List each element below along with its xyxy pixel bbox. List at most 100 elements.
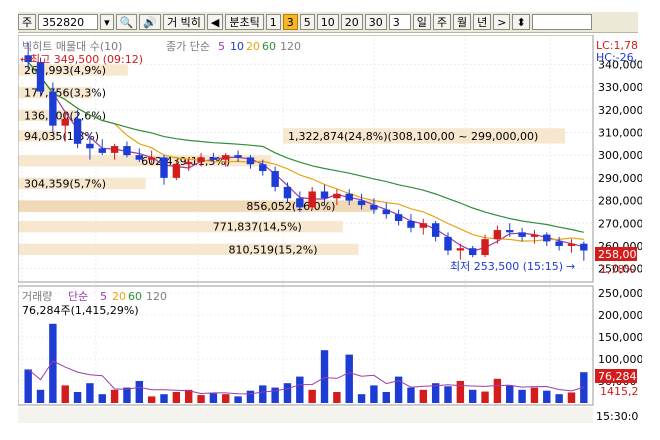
- candle-body: [506, 230, 514, 233]
- prev-button[interactable]: ◀: [206, 14, 224, 30]
- year-button[interactable]: 년: [473, 14, 492, 30]
- candle-body: [49, 91, 57, 126]
- price-chart[interactable]: 263,993(4,9%)177,756(3,3%)136,300(2,6%)9…: [18, 35, 642, 430]
- candle-body: [197, 157, 205, 162]
- ma60-legend: 60: [262, 40, 276, 53]
- volume-bar: [518, 389, 526, 403]
- volume-bar: [567, 392, 576, 403]
- stock-name-button[interactable]: 거 빅히: [163, 14, 205, 30]
- volume-bar: [73, 392, 82, 403]
- candle-body: [431, 223, 440, 237]
- sort-icon[interactable]: ⬍: [512, 14, 530, 30]
- month-button[interactable]: 월: [453, 14, 472, 30]
- price-tick-label: 280,000: [598, 195, 642, 208]
- candle-body: [234, 155, 242, 158]
- main-legend-ma-label: 종가 단순: [166, 40, 210, 53]
- chart-window: 주 352820 ▾ 🔍 🔊 거 빅히 ◀ 분초틱 1 3 5 10 20 30…: [0, 0, 660, 440]
- extra-input[interactable]: [531, 14, 592, 30]
- search-icon[interactable]: 🔍: [115, 14, 138, 30]
- market-select[interactable]: 주: [18, 14, 37, 30]
- code-input[interactable]: 352820: [38, 14, 99, 30]
- candle-body: [123, 146, 131, 156]
- tick-button[interactable]: 분초틱: [225, 14, 264, 30]
- volume-profile-label: 177,756(3,3%): [24, 87, 106, 100]
- candle-body: [320, 191, 329, 199]
- volume-bar: [86, 383, 94, 403]
- candle-body: [184, 161, 193, 165]
- volume-bar: [135, 381, 144, 403]
- volume-bar: [271, 387, 279, 403]
- period-30[interactable]: 30: [364, 14, 387, 30]
- candle-body: [172, 164, 181, 178]
- volume-bar: [36, 389, 45, 403]
- pct-badge: 1,78%: [600, 263, 635, 276]
- volume-bar: [543, 390, 551, 403]
- volume-bar: [407, 387, 415, 403]
- period-5[interactable]: 5: [299, 14, 315, 30]
- candle-body: [580, 243, 588, 251]
- period-1[interactable]: 1: [265, 14, 281, 30]
- volume-bar: [530, 387, 539, 403]
- volume-bar: [172, 392, 181, 403]
- candle-body: [333, 193, 341, 199]
- candle-body: [518, 232, 526, 237]
- volume-tick-label: 250,000: [598, 287, 642, 300]
- volume-badge2: 1415,2: [600, 385, 639, 398]
- volume-bar: [370, 385, 378, 403]
- period-3[interactable]: 3: [282, 14, 298, 30]
- range-label: 1,322,874(24,8%)(308,100,00 ~ 299,000,00…: [288, 130, 538, 143]
- volume-profile-label: 856,052(16,0%): [246, 200, 335, 213]
- high-arrow-icon: ←: [20, 53, 29, 66]
- candle-body: [394, 214, 403, 221]
- volume-bar: [222, 394, 230, 403]
- volume-bar: [345, 354, 353, 403]
- price-tick-label: 270,000: [598, 217, 642, 230]
- candle-body: [135, 155, 144, 160]
- volume-tick-label: 200,000: [598, 309, 642, 322]
- candle-body: [444, 236, 452, 251]
- vol-ma5-legend: 5: [100, 290, 107, 303]
- price-tick-label: 290,000: [598, 172, 642, 185]
- volume-bar: [110, 389, 119, 403]
- week-button[interactable]: 주: [432, 14, 452, 30]
- day-button[interactable]: 일: [412, 14, 431, 30]
- volume-profile: 263,993(4,9%)177,756(3,3%)136,300(2,6%)9…: [18, 64, 565, 256]
- volume-bar: [444, 386, 452, 403]
- period-10[interactable]: 10: [316, 14, 339, 30]
- next-button[interactable]: >: [493, 14, 511, 30]
- candle-body: [493, 230, 502, 240]
- volume-bar: [468, 389, 477, 403]
- candle-body: [543, 234, 551, 242]
- volume-bar: [49, 323, 57, 403]
- volume-bar: [506, 385, 514, 403]
- ma5-legend: 5: [218, 40, 225, 53]
- candle-body: [382, 209, 390, 215]
- period-20[interactable]: 20: [340, 14, 363, 30]
- volume-bar: [333, 392, 341, 403]
- candle-body: [345, 193, 353, 201]
- speaker-icon[interactable]: 🔊: [139, 14, 162, 30]
- volume-bar: [209, 393, 218, 403]
- candle-body: [98, 148, 106, 153]
- candle-body: [147, 157, 156, 160]
- candle-body: [357, 200, 366, 206]
- main-legend-name: 빅히트 매물대 수(10): [22, 39, 122, 53]
- volume-bar: [481, 391, 489, 403]
- low-annotation: 최저 253,500 (15:15): [450, 260, 563, 273]
- low-arrow-icon: →: [566, 260, 575, 273]
- volume-bar: [419, 389, 428, 403]
- candle-body: [86, 143, 94, 149]
- volume-bar: [320, 350, 329, 403]
- candle-body: [407, 220, 415, 228]
- candle-body: [259, 164, 267, 172]
- candle-body: [160, 157, 168, 178]
- volume-tick-label: 100,000: [598, 353, 642, 366]
- volume-bar: [98, 394, 106, 403]
- dropdown-icon[interactable]: ▾: [100, 14, 114, 30]
- volume-bar: [456, 381, 465, 403]
- volume-profile-label: 771,837(14,5%): [213, 221, 302, 234]
- period-select[interactable]: 3: [388, 14, 411, 30]
- ma10-legend: 10: [230, 40, 244, 53]
- toolbar: 주 352820 ▾ 🔍 🔊 거 빅히 ◀ 분초틱 1 3 5 10 20 30…: [18, 12, 638, 33]
- volume-bar: [493, 378, 502, 403]
